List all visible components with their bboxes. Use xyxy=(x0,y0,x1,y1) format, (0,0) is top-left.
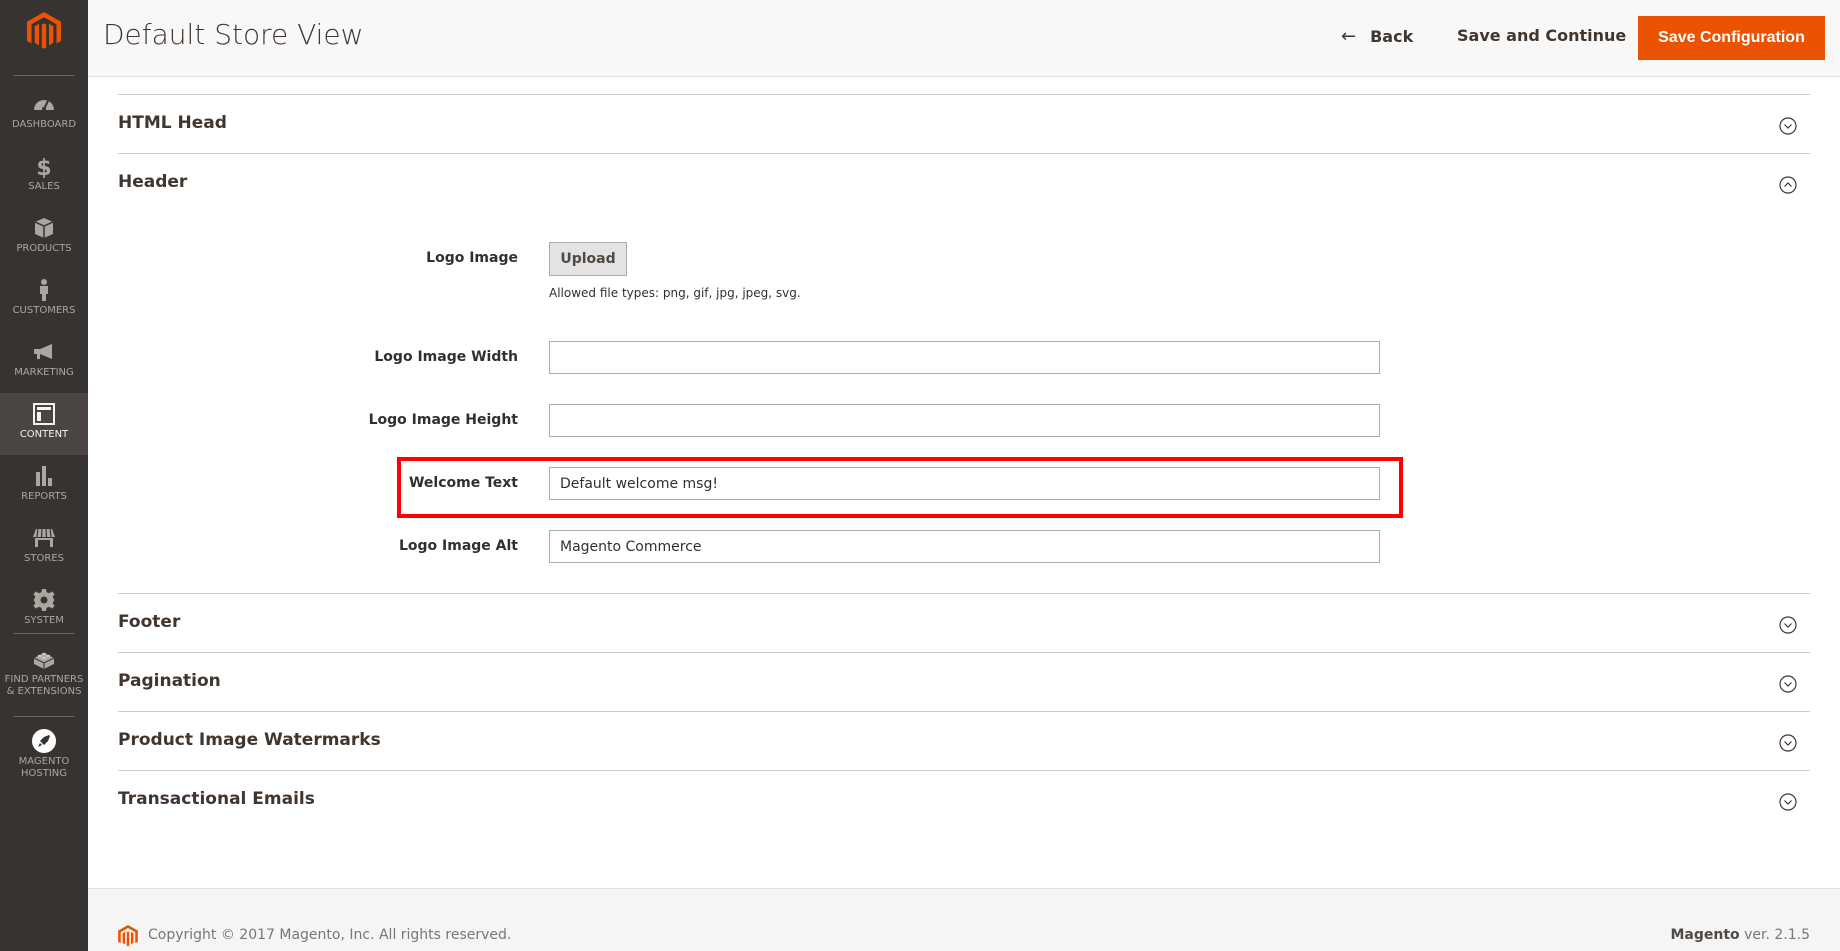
back-button[interactable]: ← Back xyxy=(1341,26,1413,47)
section-transactional-emails[interactable]: Transactional Emails xyxy=(118,770,1810,829)
welcome-text-input[interactable] xyxy=(549,467,1380,500)
section-footer[interactable]: Footer xyxy=(118,593,1810,652)
section-title: HTML Head xyxy=(118,113,227,133)
sidebar-item-dashboard[interactable]: DASHBOARD xyxy=(0,83,88,145)
magento-logo-icon[interactable] xyxy=(27,12,61,50)
arrow-left-icon: ← xyxy=(1341,26,1357,47)
sidebar-item-label-line1: FIND PARTNERS xyxy=(4,674,84,685)
page-title: Default Store View xyxy=(103,18,364,51)
upload-button[interactable]: Upload xyxy=(549,242,627,276)
copyright-text: Copyright © 2017 Magento, Inc. All right… xyxy=(148,927,512,943)
sidebar-item-label: MARKETING xyxy=(14,367,74,378)
sidebar-item-label: CUSTOMERS xyxy=(12,305,76,316)
section-html-head[interactable]: HTML Head xyxy=(118,94,1810,153)
sidebar-item-content[interactable]: CONTENT xyxy=(0,393,88,455)
box-icon xyxy=(34,218,54,238)
chevron-down-circle-icon[interactable] xyxy=(1779,675,1797,693)
sidebar-item-products[interactable]: PRODUCTS xyxy=(0,207,88,269)
sidebar-divider xyxy=(14,716,74,717)
section-pagination[interactable]: Pagination xyxy=(118,652,1810,711)
page-footer: Copyright © 2017 Magento, Inc. All right… xyxy=(88,888,1840,951)
logo-height-label: Logo Image Height xyxy=(368,412,518,428)
logo-alt-label: Logo Image Alt xyxy=(398,538,518,554)
bar-chart-icon xyxy=(36,466,52,486)
magento-logo-icon xyxy=(118,925,138,947)
sidebar-item-customers[interactable]: CUSTOMERS xyxy=(0,269,88,331)
storefront-icon xyxy=(33,528,55,547)
version-number: ver. 2.1.5 xyxy=(1739,927,1810,943)
sidebar-item-reports[interactable]: REPORTS xyxy=(0,455,88,517)
sidebar-item-label: DASHBOARD xyxy=(11,119,77,130)
back-button-label: Back xyxy=(1370,27,1414,46)
section-title: Transactional Emails xyxy=(118,789,315,809)
dashboard-icon xyxy=(34,100,54,111)
sidebar-item-label: REPORTS xyxy=(21,491,67,502)
section-title: Header xyxy=(118,172,188,192)
allowed-file-types-note: Allowed file types: png, gif, jpg, jpeg,… xyxy=(549,286,801,300)
save-and-continue-button[interactable]: Save and Continue xyxy=(1457,26,1626,45)
section-title: Product Image Watermarks xyxy=(118,730,381,750)
section-product-image-watermarks[interactable]: Product Image Watermarks xyxy=(118,711,1810,770)
chevron-down-circle-icon[interactable] xyxy=(1779,793,1797,811)
sidebar-item-label: SALES xyxy=(28,181,60,192)
rocket-icon xyxy=(32,729,56,753)
chevron-down-circle-icon[interactable] xyxy=(1779,616,1797,634)
svg-text:$: $ xyxy=(36,156,51,178)
sidebar-item-system[interactable]: SYSTEM xyxy=(0,579,88,641)
logo-width-label: Logo Image Width xyxy=(374,349,518,365)
logo-image-label: Logo Image xyxy=(426,250,518,266)
gear-icon xyxy=(33,589,55,611)
welcome-text-label: Welcome Text xyxy=(408,475,518,491)
sidebar-item-label: PRODUCTS xyxy=(16,243,72,254)
chevron-down-circle-icon[interactable] xyxy=(1779,734,1797,752)
chevron-down-circle-icon[interactable] xyxy=(1779,117,1797,135)
logo-height-input[interactable] xyxy=(549,404,1380,437)
sidebar-divider xyxy=(14,75,74,76)
sidebar-item-stores[interactable]: STORES xyxy=(0,517,88,579)
logo-alt-input[interactable] xyxy=(549,530,1380,563)
section-header[interactable]: Header xyxy=(118,153,1810,212)
lego-brick-icon xyxy=(33,652,55,669)
sidebar-item-label: CONTENT xyxy=(19,429,69,440)
page-header: Default Store View ← Back Save and Conti… xyxy=(88,0,1840,77)
sidebar-divider xyxy=(14,633,74,634)
sidebar-item-marketing[interactable]: MARKETING xyxy=(0,331,88,393)
save-configuration-button[interactable]: Save Configuration xyxy=(1638,16,1825,60)
admin-sidebar: DASHBOARD $ SALES PRODUCTS CUSTOMERS MAR… xyxy=(0,0,88,951)
sidebar-item-label-line2: HOSTING xyxy=(20,768,68,779)
sidebar-item-label: SYSTEM xyxy=(24,615,64,626)
section-title: Footer xyxy=(118,612,181,632)
version-info: Magento ver. 2.1.5 xyxy=(1670,927,1810,943)
person-icon xyxy=(40,279,48,301)
dollar-icon: $ xyxy=(36,156,51,178)
sidebar-item-label-line2: & EXTENSIONS xyxy=(6,686,82,697)
sidebar-item-magento-hosting[interactable]: MAGENTO HOSTING xyxy=(0,720,88,792)
sidebar-item-sales[interactable]: $ SALES xyxy=(0,145,88,207)
version-brand: Magento xyxy=(1670,927,1740,943)
megaphone-icon xyxy=(34,344,52,359)
sidebar-item-label-line1: MAGENTO xyxy=(18,756,70,767)
section-title: Pagination xyxy=(118,671,221,691)
chevron-up-circle-icon[interactable] xyxy=(1779,176,1797,194)
sidebar-item-label: STORES xyxy=(24,553,64,564)
layout-icon xyxy=(33,403,55,425)
logo-width-input[interactable] xyxy=(549,341,1380,374)
sidebar-item-find-partners[interactable]: FIND PARTNERS & EXTENSIONS xyxy=(0,638,88,710)
